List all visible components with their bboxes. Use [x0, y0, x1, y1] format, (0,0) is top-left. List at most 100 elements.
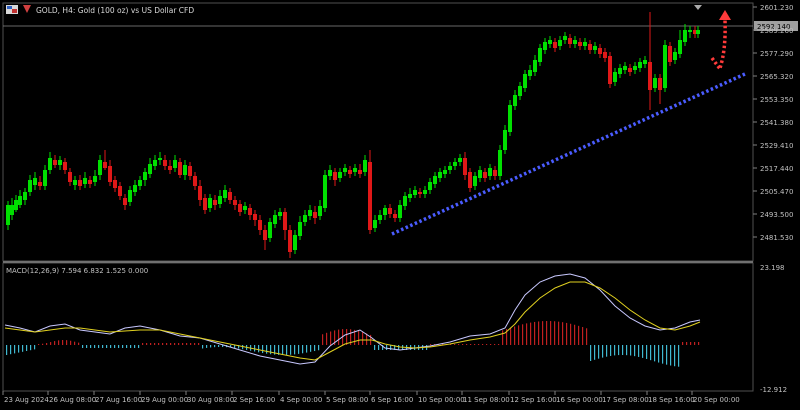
macd-bar	[254, 345, 256, 352]
price-label: 2529.410	[760, 142, 793, 150]
macd-bar	[170, 343, 172, 345]
time-label: 10 Sep 00:00	[418, 396, 465, 404]
macd-bar	[338, 329, 340, 345]
candle-body	[533, 60, 537, 72]
candle-body	[328, 170, 332, 176]
candle-body	[273, 215, 277, 224]
candle-body	[358, 170, 362, 174]
candle-body	[613, 72, 617, 82]
macd-bar	[110, 345, 112, 348]
chart-menu-icon[interactable]	[6, 5, 18, 14]
macd-bar	[562, 322, 564, 345]
macd-bar	[550, 321, 552, 345]
time-label: 11 Sep 08:00	[463, 396, 510, 404]
triangle-marker-icon	[694, 5, 702, 10]
macd-bar	[526, 323, 528, 345]
candle-body	[293, 235, 297, 250]
macd-bar	[658, 345, 660, 363]
candle-body	[538, 48, 542, 62]
time-label: 20 Sep 00:00	[693, 396, 740, 404]
forecast-arrow[interactable]	[710, 10, 731, 71]
macd-bar	[690, 342, 692, 345]
candlesticks	[6, 12, 700, 258]
candle-body	[648, 62, 652, 90]
time-label: 12 Sep 16:00	[510, 396, 557, 404]
candle-body	[498, 150, 502, 176]
time-label: 30 Aug 08:00	[187, 396, 234, 404]
candle-body	[23, 192, 27, 200]
candle-body	[548, 40, 552, 44]
candle-body	[696, 30, 700, 34]
macd-bar	[546, 321, 548, 345]
macd-bar	[282, 345, 284, 355]
time-label: 26 Aug 08:00	[49, 396, 96, 404]
macd-bar	[666, 345, 668, 365]
macd-bar	[538, 321, 540, 345]
candle-body	[348, 170, 352, 174]
candle-body	[208, 198, 212, 208]
candle-body	[148, 164, 152, 174]
macd-bar	[570, 323, 572, 345]
macd-bar	[614, 345, 616, 356]
candle-body	[558, 40, 562, 46]
macd-bar	[62, 340, 64, 345]
candle-body	[463, 158, 467, 175]
macd-bar	[474, 344, 476, 345]
macd-bar	[82, 345, 84, 348]
candle-body	[428, 182, 432, 190]
macd-bar	[106, 345, 108, 348]
candle-body	[253, 214, 257, 220]
macd-bar	[114, 345, 116, 348]
macd-bar	[534, 321, 536, 345]
header-marker-icon	[23, 5, 31, 13]
candle-body	[598, 48, 602, 54]
macd-bar	[430, 344, 432, 345]
candle-body	[263, 230, 267, 240]
candle-body	[218, 196, 222, 204]
candle-body	[578, 42, 582, 46]
candle-body	[383, 208, 387, 215]
candle-body	[678, 40, 682, 54]
macd-bar	[670, 345, 672, 366]
candle-body	[93, 176, 97, 182]
macd-bar	[122, 345, 124, 348]
macd-bar	[58, 340, 60, 345]
candle-body	[603, 52, 607, 58]
candle-body	[53, 160, 57, 165]
macd-bar	[558, 321, 560, 345]
macd-line	[4, 273, 701, 365]
macd-pane-border	[2, 262, 754, 392]
time-label: 5 Sep 08:00	[326, 396, 368, 404]
candle-body	[283, 212, 287, 230]
macd-bar	[186, 343, 188, 345]
candle-body	[333, 172, 337, 180]
chart-window[interactable]: GOLD, H4: Gold (100 oz) vs US Dollar CFD…	[0, 0, 800, 410]
trendline[interactable]	[391, 72, 746, 236]
macd-bar	[602, 345, 604, 358]
price-label: 2565.320	[760, 73, 793, 81]
candle-body	[143, 172, 147, 180]
candle-body	[403, 196, 407, 206]
macd-bar	[314, 345, 316, 352]
macd-bar	[498, 344, 500, 345]
macd-bar	[482, 344, 484, 345]
macd-bar	[214, 345, 216, 348]
candle-body	[663, 45, 667, 88]
macd-bar	[494, 344, 496, 345]
macd-bar	[134, 345, 136, 348]
macd-bar	[662, 345, 664, 364]
macd-bar	[606, 345, 608, 357]
candle-body	[28, 180, 32, 192]
macd-bar	[478, 344, 480, 345]
macd-bar	[510, 327, 512, 345]
macd-bar	[10, 345, 12, 355]
candle-body	[448, 166, 452, 170]
candle-body	[58, 160, 62, 165]
macd-bar	[158, 343, 160, 345]
signal-line	[4, 281, 701, 361]
candle-body	[363, 160, 367, 172]
macd-bar	[582, 327, 584, 345]
macd-bar	[698, 342, 700, 345]
macd-bar	[542, 321, 544, 345]
candle-body	[503, 130, 507, 150]
